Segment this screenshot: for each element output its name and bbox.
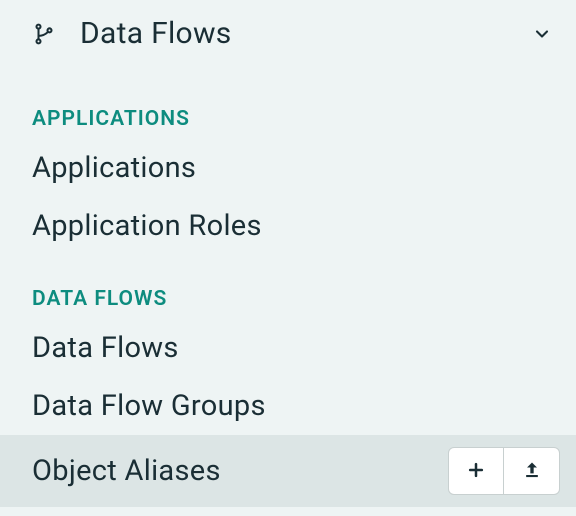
upload-icon [522, 454, 542, 488]
nav-item-label: Object Aliases [32, 454, 448, 488]
nav-item-applications[interactable]: Applications [0, 139, 576, 197]
nav-item-object-aliases[interactable]: Object Aliases [0, 435, 576, 507]
section-label-data-flows: DATA FLOWS [0, 255, 576, 319]
nav-header-title: Data Flows [80, 16, 508, 51]
nav-header[interactable]: Data Flows [0, 0, 576, 75]
nav-item-label: Applications [32, 151, 196, 185]
nav-item-label: Application Roles [32, 209, 262, 243]
add-button[interactable] [448, 447, 504, 495]
plus-icon [466, 454, 486, 488]
nav-item-application-roles[interactable]: Application Roles [0, 197, 576, 255]
nav-item-data-flow-groups[interactable]: Data Flow Groups [0, 377, 576, 435]
nav-item-data-flows[interactable]: Data Flows [0, 319, 576, 377]
chevron-down-icon [532, 24, 552, 44]
nav-item-label: Data Flows [32, 331, 179, 365]
action-buttons [448, 447, 560, 495]
nav-item-label: Data Flow Groups [32, 389, 266, 423]
branch-icon [32, 22, 56, 46]
section-label-applications: APPLICATIONS [0, 75, 576, 139]
upload-button[interactable] [504, 447, 560, 495]
